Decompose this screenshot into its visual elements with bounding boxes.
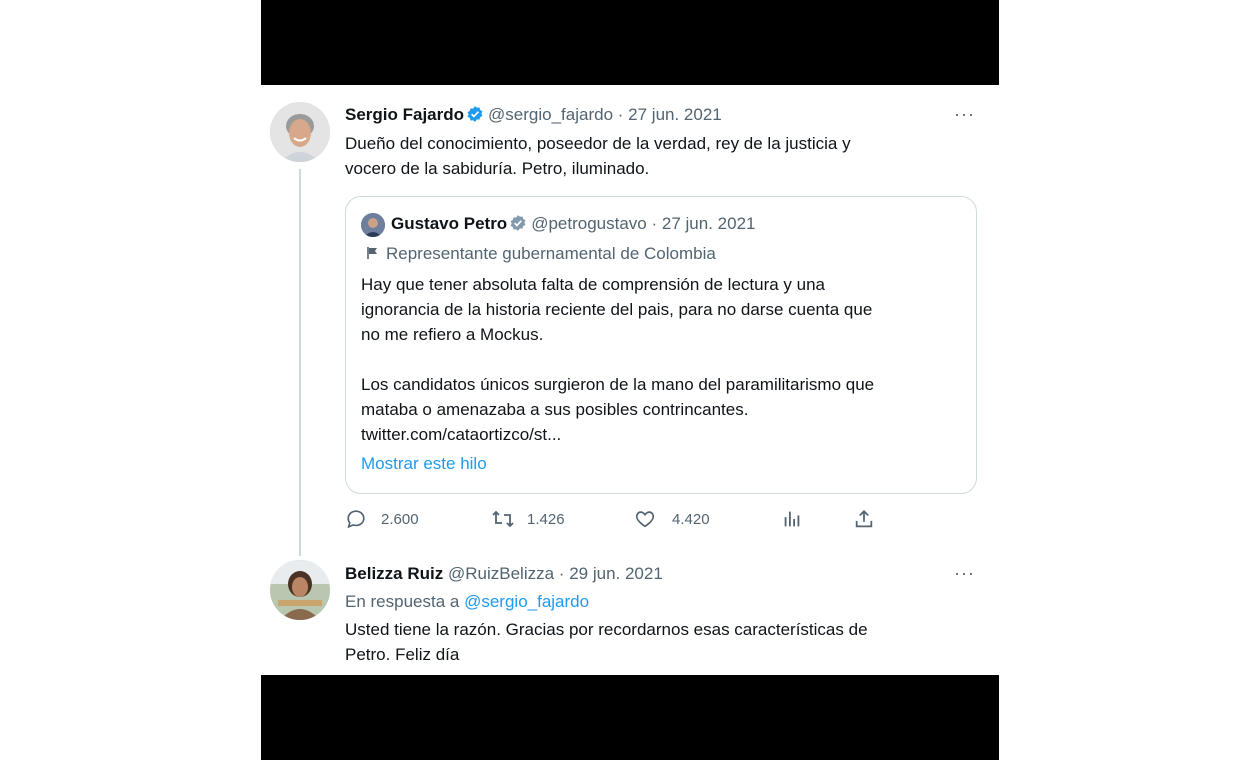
reply-text: Usted tiene la razón. Gracias por record… <box>345 617 965 667</box>
verified-badge-icon <box>467 106 483 122</box>
tweet-text-line: vocero de la sabiduría. Petro, iluminado… <box>345 159 650 178</box>
quote-separator: · <box>651 214 658 233</box>
gustavo-petro-avatar <box>361 213 385 237</box>
header-separator: · <box>617 105 624 124</box>
government-label: Representante gubernamental de Colombia <box>366 243 716 265</box>
tweet-thread: Sergio Fajardo @sergio_fajardo · 27 jun. … <box>261 85 999 675</box>
letterbox-bottom <box>261 675 999 760</box>
quote-link[interactable]: twitter.com/cataortizco/st... <box>361 422 961 447</box>
reply-author-handle[interactable]: @RuizBelizza <box>448 564 554 583</box>
quote-text-line: Hay que tener absoluta falta de comprens… <box>361 275 826 294</box>
letterbox-top <box>261 0 999 85</box>
retweet-count: 1.426 <box>527 510 565 528</box>
quote-text-line: mataba o amenazaba a sus posibles contri… <box>361 400 749 419</box>
show-thread-link[interactable]: Mostrar este hilo <box>361 453 487 475</box>
tweet-actions: 2.600 1.426 4.420 <box>345 508 885 534</box>
tweet-header: Sergio Fajardo @sergio_fajardo · 27 jun. … <box>345 104 722 126</box>
tweet-text-line: Dueño del conocimiento, poseedor de la v… <box>345 134 851 153</box>
reply-icon <box>347 510 365 529</box>
analytics-button[interactable] <box>781 508 803 530</box>
quote-text-line: ignorancia de la historia reciente del p… <box>361 300 873 319</box>
reply-more-options-icon[interactable]: ··· <box>954 563 975 584</box>
quote-date: 27 jun. 2021 <box>661 214 756 233</box>
author-handle[interactable]: @sergio_fajardo <box>488 105 613 124</box>
reply-text-line: Usted tiene la razón. Gracias por record… <box>345 620 868 639</box>
tweet-text: Dueño del conocimiento, poseedor de la v… <box>345 131 945 181</box>
quoted-tweet-card[interactable]: Gustavo Petro @petrogustavo · 27 jun. 202… <box>345 196 977 494</box>
retweet-button[interactable]: 1.426 <box>491 508 565 530</box>
reply-mention-link[interactable]: @sergio_fajardo <box>464 592 589 611</box>
belizza-ruiz-avatar[interactable] <box>270 560 330 620</box>
share-icon <box>855 509 873 528</box>
share-button[interactable] <box>853 508 875 530</box>
quote-text: Hay que tener absoluta falta de comprens… <box>361 272 961 447</box>
analytics-icon <box>784 511 800 527</box>
tweet-date[interactable]: 27 jun. 2021 <box>628 105 722 124</box>
reply-text-line: Petro. Feliz día <box>345 645 460 664</box>
retweet-icon <box>492 510 514 528</box>
quote-text-line: Los candidatos únicos surgieron de la ma… <box>361 375 875 394</box>
reply-date[interactable]: 29 jun. 2021 <box>569 564 663 583</box>
reply-header: Belizza Ruiz @RuizBelizza · 29 jun. 2021 <box>345 563 663 585</box>
reply-context: En respuesta a @sergio_fajardo <box>345 591 589 613</box>
flag-icon <box>367 247 377 259</box>
more-options-icon[interactable]: ··· <box>954 104 975 125</box>
reply-header-separator: · <box>558 564 565 583</box>
heart-icon <box>635 511 655 528</box>
quote-header: Gustavo Petro @petrogustavo · 27 jun. 202… <box>391 213 755 235</box>
thread-connector-line <box>299 169 301 556</box>
reply-count: 2.600 <box>381 510 419 528</box>
government-label-text: Representante gubernamental de Colombia <box>386 244 716 263</box>
quote-handle: @petrogustavo <box>531 214 647 233</box>
sergio-fajardo-avatar[interactable] <box>270 102 330 162</box>
gray-verified-badge-icon <box>510 215 526 231</box>
reply-context-prefix: En respuesta a <box>345 592 460 611</box>
quote-text-line: no me refiero a Mockus. <box>361 325 544 344</box>
author-name[interactable]: Sergio Fajardo <box>345 105 464 124</box>
quote-author-name: Gustavo Petro <box>391 214 508 233</box>
reply-author-name[interactable]: Belizza Ruiz <box>345 564 443 583</box>
reply-button[interactable]: 2.600 <box>345 508 419 530</box>
like-button[interactable]: 4.420 <box>634 508 710 530</box>
like-count: 4.420 <box>672 510 710 528</box>
